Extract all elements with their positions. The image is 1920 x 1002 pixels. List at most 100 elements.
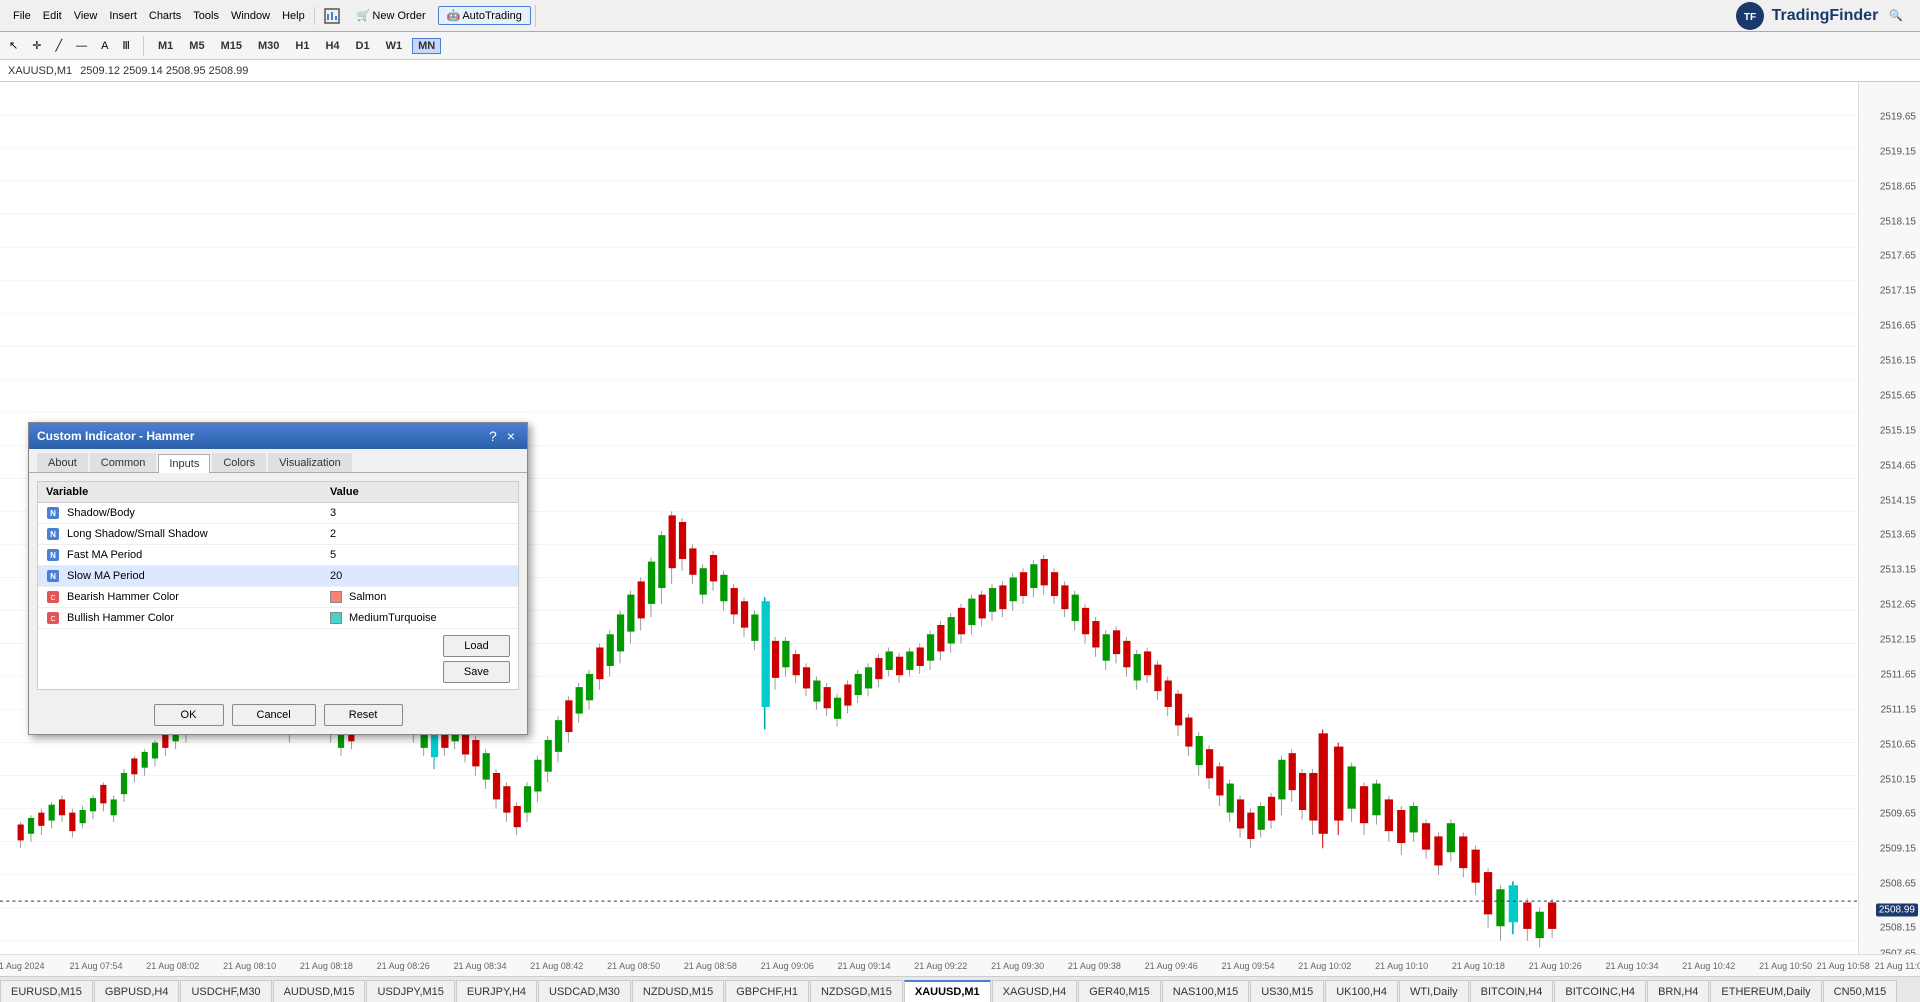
tab-nzdsgd-m15[interactable]: NZDSGD,M15 xyxy=(810,980,903,1002)
tf-m5[interactable]: M5 xyxy=(183,38,210,54)
tab-ger40-m15[interactable]: GER40,M15 xyxy=(1078,980,1161,1002)
new-order-btn[interactable]: 🛒 New Order xyxy=(348,6,435,25)
tf-d1[interactable]: D1 xyxy=(350,38,376,54)
dialog-inputs-content: Variable Value N Shadow/Body 3 xyxy=(37,481,519,690)
table-row[interactable]: N Slow MA Period 20 xyxy=(38,566,518,587)
tab-visualization[interactable]: Visualization xyxy=(268,453,352,472)
menu-help[interactable]: Help xyxy=(277,7,310,25)
tab-inputs[interactable]: Inputs xyxy=(158,454,210,473)
table-row[interactable]: C Bearish Hammer Color Salmon xyxy=(38,587,518,608)
time-label: 21 Aug 08:02 xyxy=(146,961,199,971)
tab-gbpusd-h4[interactable]: GBPUSD,H4 xyxy=(94,980,180,1002)
dialog-bottom-buttons: OK Cancel Reset xyxy=(29,698,527,734)
time-label: 21 Aug 10:42 xyxy=(1682,961,1735,971)
tf-m1[interactable]: M1 xyxy=(152,38,179,54)
tab-cn50-m15[interactable]: CN50,M15 xyxy=(1823,980,1898,1002)
line-btn[interactable]: ╱ xyxy=(50,36,67,55)
time-label: 21 Aug 11:06 xyxy=(1875,961,1920,971)
time-label: 21 Aug 10:34 xyxy=(1605,961,1658,971)
ohlc-values: 2509.12 2509.14 2508.95 2508.99 xyxy=(80,65,248,77)
text-btn[interactable]: A xyxy=(96,37,113,55)
tab-nas100-m15[interactable]: NAS100,M15 xyxy=(1162,980,1249,1002)
chart-area[interactable]: 2519.65 2519.15 2518.65 2518.15 2517.65 … xyxy=(0,82,1920,954)
tab-usdjpy-m15[interactable]: USDJPY,M15 xyxy=(366,980,454,1002)
val-bullish-color[interactable]: MediumTurquoise xyxy=(322,608,518,629)
tab-bitcoin-h4[interactable]: BITCOIN,H4 xyxy=(1470,980,1554,1002)
chart-tabs-bar: EURUSD,M15 GBPUSD,H4 USDCHF,M30 AUDUSD,M… xyxy=(0,976,1920,1002)
var-fast-ma: N Fast MA Period xyxy=(38,545,322,566)
fib-btn[interactable]: Ⅲ xyxy=(117,36,135,55)
ok-btn[interactable]: OK xyxy=(154,704,224,726)
tab-wti-daily[interactable]: WTI,Daily xyxy=(1399,980,1469,1002)
menu-view[interactable]: View xyxy=(69,7,103,25)
val-shadow-body[interactable]: 3 xyxy=(322,503,518,524)
var-bullish-color: C Bullish Hammer Color xyxy=(38,608,322,629)
cancel-btn[interactable]: Cancel xyxy=(232,704,316,726)
tab-nzdusd-m15[interactable]: NZDUSD,M15 xyxy=(632,980,724,1002)
new-chart-btn[interactable] xyxy=(319,5,345,27)
tf-m30[interactable]: M30 xyxy=(252,38,285,54)
table-row[interactable]: N Shadow/Body 3 xyxy=(38,503,518,524)
load-btn[interactable]: Load xyxy=(443,635,510,657)
time-label: 21 Aug 09:22 xyxy=(914,961,967,971)
tab-xagusd-h4[interactable]: XAGUSD,H4 xyxy=(992,980,1078,1002)
search-btn[interactable]: 🔍 xyxy=(1884,6,1908,25)
tab-usdcad-m30[interactable]: USDCAD,M30 xyxy=(538,980,631,1002)
var-long-shadow: N Long Shadow/Small Shadow xyxy=(38,524,322,545)
save-btn[interactable]: Save xyxy=(443,661,510,683)
val-fast-ma[interactable]: 5 xyxy=(322,545,518,566)
tab-ethereum-daily[interactable]: ETHEREUM,Daily xyxy=(1710,980,1821,1002)
dialog-titlebar-buttons: ? × xyxy=(485,428,519,444)
tab-uk100-h4[interactable]: UK100,H4 xyxy=(1325,980,1398,1002)
dialog-close-btn[interactable]: × xyxy=(503,428,519,444)
menu-bar: File Edit View Insert Charts Tools Windo… xyxy=(0,0,1920,32)
reset-btn[interactable]: Reset xyxy=(324,704,403,726)
tab-usdchf-m30[interactable]: USDCHF,M30 xyxy=(180,980,271,1002)
dialog-title: Custom Indicator - Hammer xyxy=(37,429,194,443)
tab-eurusd-m15[interactable]: EURUSD,M15 xyxy=(0,980,93,1002)
custom-indicator-dialog: Custom Indicator - Hammer ? × About Comm… xyxy=(28,422,528,735)
menu-tools[interactable]: Tools xyxy=(188,7,224,25)
bearish-color-swatch xyxy=(330,591,342,603)
menu-window[interactable]: Window xyxy=(226,7,275,25)
time-label: 21 Aug 10:58 xyxy=(1817,961,1870,971)
tab-about[interactable]: About xyxy=(37,453,88,472)
tf-m15[interactable]: M15 xyxy=(215,38,248,54)
svg-text:N: N xyxy=(50,572,56,581)
time-label: 21 Aug 07:54 xyxy=(69,961,122,971)
auto-trading-btn[interactable]: 🤖 AutoTrading xyxy=(438,6,531,25)
tab-eurjpy-h4[interactable]: EURJPY,H4 xyxy=(456,980,537,1002)
table-row[interactable]: N Long Shadow/Small Shadow 2 xyxy=(38,524,518,545)
val-slow-ma[interactable]: 20 xyxy=(322,566,518,587)
tf-mn[interactable]: MN xyxy=(412,38,441,54)
table-row[interactable]: N Fast MA Period 5 xyxy=(38,545,518,566)
val-bearish-color[interactable]: Salmon xyxy=(322,587,518,608)
svg-text:C: C xyxy=(50,595,55,602)
tab-audusd-m15[interactable]: AUDUSD,M15 xyxy=(273,980,366,1002)
secondary-toolbar: ↖ ✛ ╱ — A Ⅲ M1 M5 M15 M30 H1 H4 D1 W1 MN xyxy=(0,32,1920,60)
menu-edit[interactable]: Edit xyxy=(38,7,67,25)
menu-file[interactable]: File xyxy=(8,7,36,25)
tab-xauusd-m1[interactable]: XAUUSD,M1 xyxy=(904,980,991,1002)
time-label: 21 Aug 09:06 xyxy=(761,961,814,971)
tf-h4[interactable]: H4 xyxy=(319,38,345,54)
crosshair-btn[interactable]: ✛ xyxy=(27,36,46,55)
tf-w1[interactable]: W1 xyxy=(380,38,409,54)
tab-gbpchf-h1[interactable]: GBPCHF,H1 xyxy=(725,980,809,1002)
dialog-help-btn[interactable]: ? xyxy=(485,428,501,444)
menu-insert[interactable]: Insert xyxy=(104,7,142,25)
val-long-shadow[interactable]: 2 xyxy=(322,524,518,545)
tf-h1[interactable]: H1 xyxy=(289,38,315,54)
svg-text:C: C xyxy=(50,616,55,623)
menu-charts[interactable]: Charts xyxy=(144,7,186,25)
hline-btn[interactable]: — xyxy=(71,37,92,55)
svg-text:N: N xyxy=(50,530,56,539)
tab-us30-m15[interactable]: US30,M15 xyxy=(1250,980,1324,1002)
tab-bitcoinc-h4[interactable]: BITCOINC,H4 xyxy=(1554,980,1646,1002)
table-row[interactable]: C Bullish Hammer Color MediumTurquoise xyxy=(38,608,518,629)
tab-common[interactable]: Common xyxy=(90,453,157,472)
cursor-btn[interactable]: ↖ xyxy=(4,36,23,55)
tab-colors[interactable]: Colors xyxy=(212,453,266,472)
time-label: 21 Aug 08:50 xyxy=(607,961,660,971)
tab-brn-h4[interactable]: BRN,H4 xyxy=(1647,980,1709,1002)
